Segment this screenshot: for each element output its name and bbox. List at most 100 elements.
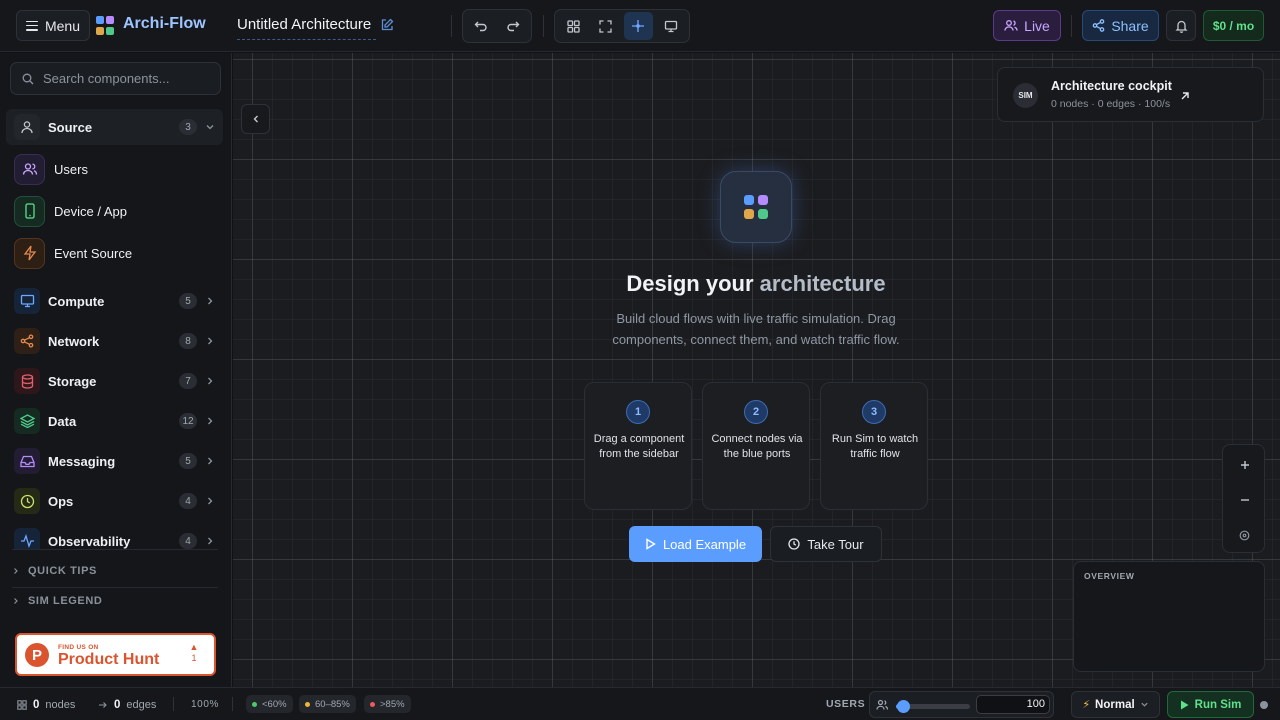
- chevron-down-icon: [1141, 702, 1148, 707]
- redo-button[interactable]: [499, 12, 528, 40]
- component-sidebar: Source 3 Users Device / App Event Source: [0, 53, 232, 687]
- play-icon: [1180, 700, 1189, 709]
- category-count: 5: [179, 453, 197, 469]
- arrow-right-icon: [99, 701, 107, 708]
- top-bar: Menu Archi-Flow Untitled Architecture Li…: [0, 0, 1280, 52]
- search-input[interactable]: [43, 71, 213, 86]
- edge-count: 0 edges: [98, 688, 156, 720]
- hero-logo-icon: [720, 171, 792, 243]
- chevron-right-icon: [208, 297, 213, 305]
- network-icon: [14, 328, 40, 354]
- menu-button[interactable]: Menu: [16, 10, 90, 41]
- status-divider: [232, 697, 233, 711]
- legend-pill-high: >85%: [364, 695, 411, 713]
- play-icon: [646, 538, 656, 550]
- redo-icon: [507, 21, 520, 32]
- component-event-source[interactable]: Event Source: [14, 235, 214, 271]
- crosshair-icon: [632, 20, 645, 32]
- share-button[interactable]: Share: [1082, 10, 1159, 41]
- category-label: Messaging: [48, 453, 116, 469]
- architecture-cockpit-card[interactable]: SIM Architecture cockpit 0 nodes · 0 edg…: [997, 67, 1264, 122]
- design-canvas[interactable]: SIM Architecture cockpit 0 nodes · 0 edg…: [233, 53, 1280, 687]
- chevron-right-icon: [14, 598, 18, 604]
- component-label: Device / App: [54, 203, 127, 219]
- fit-view-button[interactable]: [591, 12, 621, 40]
- zoom-level: 100%: [191, 699, 219, 710]
- category-list: Source 3 Users Device / App Event Source: [0, 109, 232, 549]
- product-hunt-tagline: FIND US ON: [58, 644, 99, 651]
- hero-title-main: Design your: [626, 271, 760, 296]
- user-icon: [14, 114, 40, 140]
- category-compute[interactable]: Compute 5: [6, 283, 223, 319]
- product-hunt-badge[interactable]: P FIND US ON Product Hunt ▲ 1: [15, 633, 216, 676]
- sim-badge: SIM: [1013, 83, 1038, 108]
- category-messaging[interactable]: Messaging 5: [6, 443, 223, 479]
- category-count: 8: [179, 333, 197, 349]
- users-icon: [876, 699, 889, 710]
- hero-title: Design your architecture: [556, 271, 956, 297]
- users-input[interactable]: 100: [976, 695, 1050, 714]
- category-storage[interactable]: Storage 7: [6, 363, 223, 399]
- edge-count-label: edges: [126, 698, 157, 711]
- external-link-icon[interactable]: [1179, 90, 1191, 102]
- zoom-in-button[interactable]: [1223, 448, 1266, 482]
- presentation-button[interactable]: [656, 12, 686, 40]
- undo-button[interactable]: [467, 12, 496, 40]
- step-text: Run Sim to watch traffic flow: [831, 433, 919, 460]
- plus-icon: [1240, 461, 1249, 469]
- users-slider-thumb[interactable]: [897, 700, 911, 713]
- notifications-button[interactable]: [1166, 10, 1196, 41]
- category-network[interactable]: Network 8: [6, 323, 223, 359]
- smartphone-icon: [14, 195, 45, 227]
- live-button[interactable]: Live: [993, 10, 1061, 41]
- edit-title-icon[interactable]: [380, 18, 394, 32]
- chevron-left-icon: [253, 115, 258, 123]
- collapse-sidebar-button[interactable]: [241, 104, 270, 134]
- component-device-app[interactable]: Device / App: [14, 193, 214, 229]
- zoom-out-button[interactable]: [1223, 483, 1266, 517]
- fit-view-button[interactable]: [1223, 518, 1266, 552]
- cockpit-title: Architecture cockpit: [1051, 79, 1172, 93]
- chevron-right-icon: [208, 497, 213, 505]
- minimap-overview[interactable]: OVERVIEW: [1073, 561, 1265, 672]
- step-number: 2: [744, 400, 768, 424]
- toolbar-divider: [1071, 15, 1072, 37]
- zoom-controls: [1222, 444, 1265, 553]
- run-sim-button[interactable]: Run Sim: [1167, 691, 1254, 718]
- category-label: Ops: [48, 493, 74, 509]
- document-title[interactable]: Untitled Architecture: [237, 16, 376, 40]
- category-label: Storage: [48, 373, 97, 389]
- minus-icon: [1240, 499, 1249, 501]
- quick-tips-label: QUICK TIPS: [28, 565, 97, 577]
- lightning-icon: ⚡: [1082, 699, 1091, 711]
- category-ops[interactable]: Ops 4: [6, 483, 223, 519]
- clock-icon: [14, 488, 40, 514]
- component-users[interactable]: Users: [14, 151, 214, 187]
- quick-tips-toggle[interactable]: QUICK TIPS: [12, 556, 218, 586]
- category-observability[interactable]: Observability 4: [6, 523, 223, 549]
- hero-title-highlight: architecture: [759, 271, 886, 296]
- legend-label: >85%: [380, 698, 405, 710]
- grid-icon: [17, 699, 27, 710]
- chevron-down-icon: [206, 125, 214, 130]
- legend-label: 60–85%: [315, 698, 350, 710]
- snap-grid-button[interactable]: [623, 12, 653, 40]
- sim-legend-toggle[interactable]: SIM LEGEND: [12, 586, 218, 616]
- search-box: [10, 62, 221, 95]
- undo-icon: [474, 21, 487, 32]
- node-count: 0 nodes: [17, 688, 75, 720]
- category-source[interactable]: Source 3: [6, 109, 223, 145]
- run-sim-label: Run Sim: [1194, 698, 1242, 711]
- onboarding-step: 3 Run Sim to watch traffic flow: [820, 382, 928, 510]
- speed-select[interactable]: ⚡ Normal: [1071, 691, 1160, 718]
- history-group: [462, 9, 532, 43]
- search-icon: [22, 73, 34, 84]
- cost-badge[interactable]: $0 / mo: [1203, 10, 1264, 41]
- users-slider[interactable]: [896, 700, 970, 713]
- load-example-button[interactable]: Load Example: [629, 526, 762, 562]
- take-tour-button[interactable]: Take Tour: [770, 526, 882, 562]
- category-data[interactable]: Data 12: [6, 403, 223, 439]
- auto-layout-button[interactable]: [559, 12, 589, 40]
- target-icon: [1239, 530, 1250, 540]
- monitor-icon: [664, 20, 677, 32]
